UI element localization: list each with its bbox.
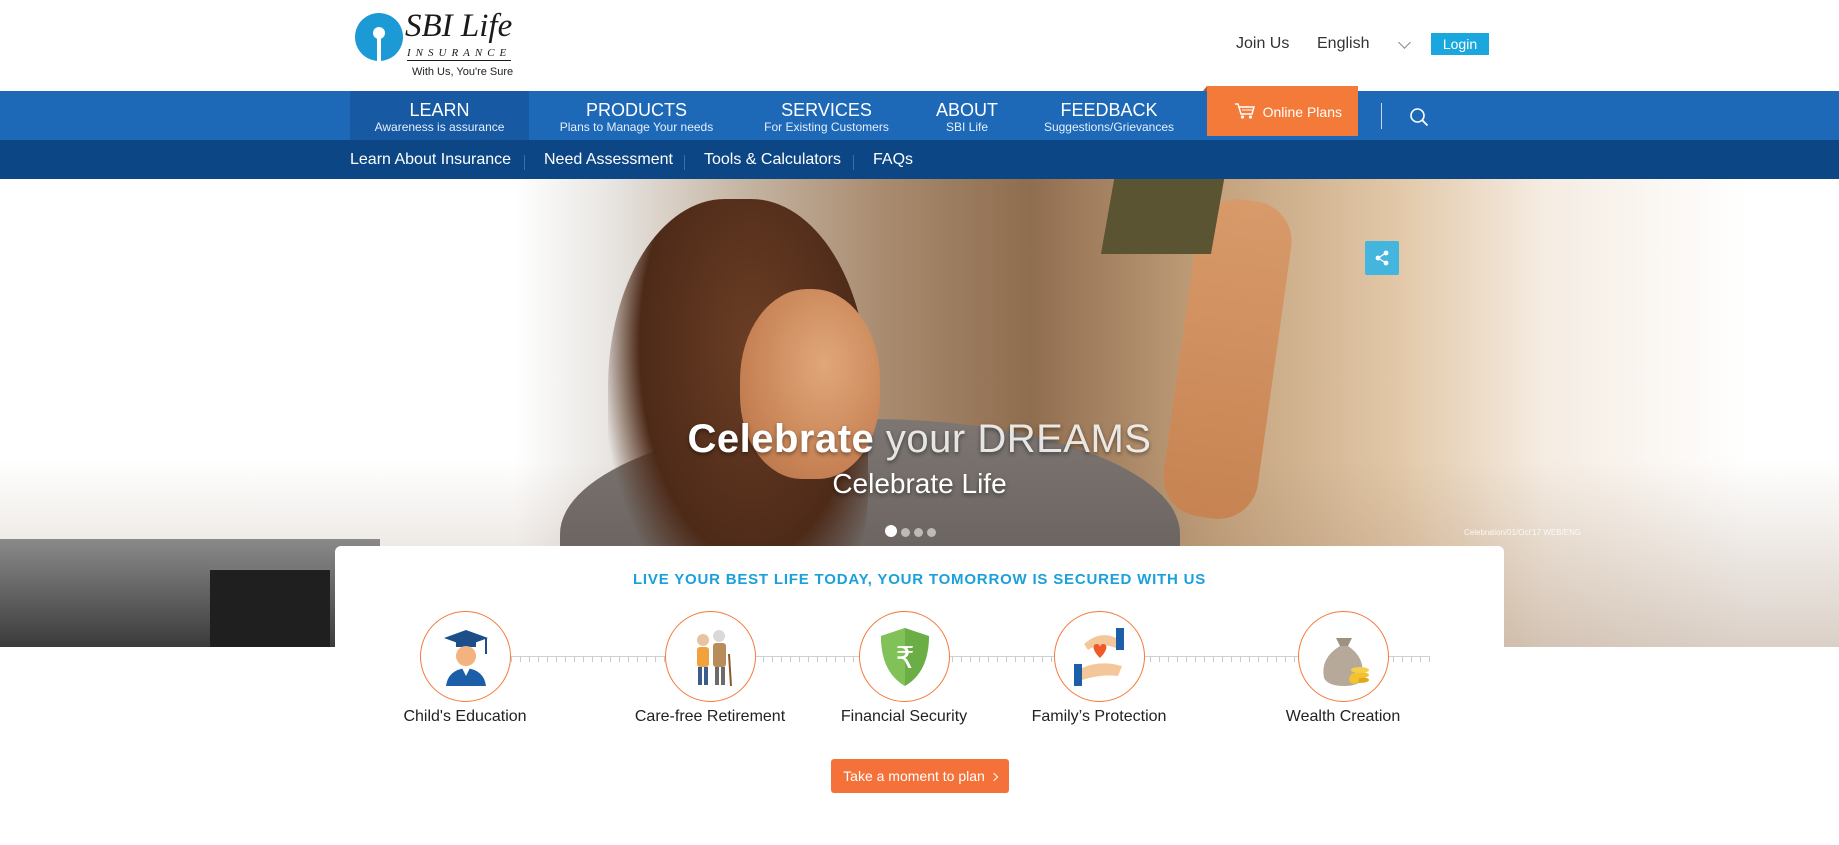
nav-item-subtitle: Awareness is assurance (374, 120, 505, 134)
nav-item-services[interactable]: SERVICES For Existing Customers (753, 91, 900, 140)
goal-icon-circle: ₹ (858, 611, 950, 702)
hero-hat-image (1100, 179, 1226, 254)
nav-item-subtitle: Suggestions/Grievances (1043, 120, 1175, 134)
goal-care-free-retirement[interactable]: Care-free Retirement (625, 611, 795, 726)
nav-item-subtitle: SBI Life (945, 120, 989, 134)
plan-button-label: Take a moment to plan (843, 768, 985, 784)
nav-item-title: ABOUT (935, 100, 998, 120)
nav-item-title: FEEDBACK (1060, 100, 1158, 120)
goals-card-title: LIVE YOUR BEST LIFE TODAY, YOUR TOMORROW… (632, 571, 1207, 588)
nav-item-feedback[interactable]: FEEDBACK Suggestions/Grievances (1030, 91, 1188, 140)
goal-wealth-creation[interactable]: Wealth Creation (1258, 611, 1428, 726)
logo-sub-text: INSURANCE (407, 47, 512, 61)
main-nav: LEARN Awareness is assurance PRODUCTS Pl… (0, 91, 1839, 140)
goal-label: Care-free Retirement (634, 708, 786, 725)
hero-headline-rest: your DREAMS (874, 417, 1152, 461)
subnav-item-faqs[interactable]: FAQs (873, 151, 913, 169)
nav-item-subtitle: Plans to Manage Your needs (559, 120, 714, 134)
language-select[interactable]: English (1317, 35, 1369, 55)
goal-icon-circle (1297, 611, 1389, 702)
elderly-couple-icon (696, 630, 732, 687)
login-button[interactable]: Login (1431, 33, 1489, 55)
carousel-dots (885, 524, 940, 542)
sbi-life-logo[interactable]: SBI Life INSURANCE With Us, You're Sure (355, 8, 535, 80)
goal-label: Family’s Protection (1031, 708, 1167, 725)
nav-item-subtitle: For Existing Customers (764, 120, 889, 134)
subnav-item-need-assessment[interactable]: Need Assessment (544, 151, 673, 169)
share-icon (1375, 250, 1389, 266)
nav-item-title: LEARN (409, 100, 470, 120)
chevron-down-icon[interactable] (1398, 36, 1411, 49)
cart-icon (1235, 103, 1255, 119)
graduate-icon (443, 630, 488, 686)
subnav-item-tools-calculators[interactable]: Tools & Calculators (704, 151, 841, 169)
take-a-moment-to-plan-button[interactable]: Take a moment to plan (831, 759, 1009, 793)
chevron-right-icon (989, 772, 999, 782)
hero-headline: Celebrate your DREAMS (0, 417, 1839, 462)
goal-label: Financial Security (840, 708, 968, 725)
svg-text:₹: ₹ (895, 641, 914, 676)
goals-card: LIVE YOUR BEST LIFE TODAY, YOUR TOMORROW… (335, 546, 1504, 845)
online-plans-label: Online Plans (1262, 104, 1342, 120)
join-us-link[interactable]: Join Us (1236, 35, 1289, 55)
carousel-dot-1[interactable] (885, 525, 897, 537)
hands-heart-icon (1073, 628, 1124, 686)
goal-childs-education[interactable]: Child's Education (380, 611, 550, 726)
goal-icon-circle (664, 611, 756, 702)
subnav-divider (853, 155, 854, 170)
nav-divider (1381, 103, 1382, 129)
search-icon[interactable] (1409, 107, 1429, 127)
subnav-item-learn-about-insurance[interactable]: Learn About Insurance (350, 151, 511, 169)
carousel-dot-2[interactable] (901, 528, 910, 537)
nav-item-learn[interactable]: LEARN Awareness is assurance (350, 91, 529, 140)
logo-tagline: With Us, You're Sure (412, 66, 514, 78)
carousel-dot-4[interactable] (927, 528, 936, 537)
hero-subheadline: Celebrate Life (832, 468, 1007, 499)
subnav-divider (524, 155, 525, 170)
goal-financial-security[interactable]: ₹ Financial Security (819, 611, 989, 726)
subnav-divider (684, 155, 685, 170)
logo-mark-icon (355, 13, 403, 61)
money-bag-icon (1322, 638, 1369, 686)
share-button[interactable] (1365, 241, 1399, 275)
goal-label: Wealth Creation (1285, 708, 1401, 725)
sub-nav: Learn About Insurance Need Assessment To… (0, 140, 1839, 179)
hero-car-image (0, 539, 380, 647)
nav-item-title: SERVICES (781, 100, 872, 120)
hero-credit-text: Celebration/01/Oct'17 WEB/ENG (1464, 528, 1582, 537)
logo-brand-text: SBI Life (405, 8, 513, 44)
nav-item-title: PRODUCTS (585, 100, 687, 120)
carousel-dot-3[interactable] (914, 528, 923, 537)
nav-item-about[interactable]: ABOUT SBI Life (925, 91, 1009, 140)
goal-label: Child's Education (403, 708, 527, 725)
hero-headline-bold: Celebrate (687, 417, 875, 461)
goal-icon-circle (1053, 611, 1145, 702)
site-header: SBI Life INSURANCE With Us, You're Sure … (0, 0, 1839, 91)
rupee-shield-icon: ₹ (880, 628, 929, 686)
hero-caption: Celebrate your DREAMS Celebrate Life (0, 417, 1839, 500)
online-plans-button[interactable]: Online Plans (1203, 86, 1358, 136)
goal-icon-circle (419, 611, 511, 702)
goal-familys-protection[interactable]: Family’s Protection (1014, 611, 1184, 726)
nav-item-products[interactable]: PRODUCTS Plans to Manage Your needs (545, 91, 728, 140)
